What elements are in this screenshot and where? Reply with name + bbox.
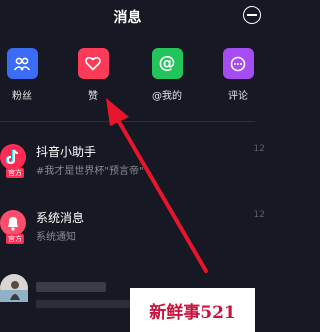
message-time: 12 <box>253 210 265 220</box>
watermark: 新鲜事521 <box>130 288 255 332</box>
message-time: 12 <box>253 144 265 154</box>
red-arrow-annotation <box>106 98 208 273</box>
